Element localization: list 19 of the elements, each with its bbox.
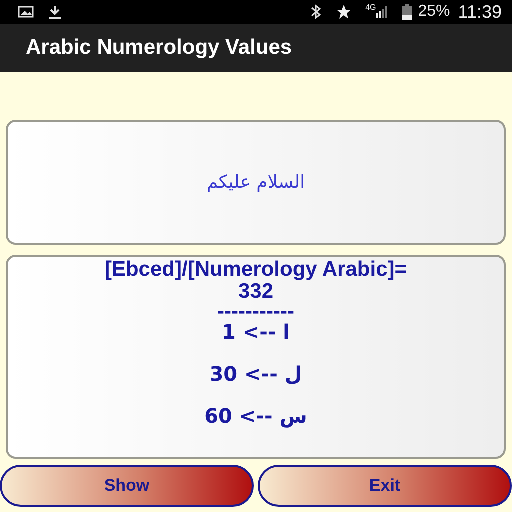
star-icon: [336, 4, 352, 20]
result-total: 332: [238, 281, 274, 303]
clock: 11:39: [458, 2, 502, 22]
bluetooth-icon: [310, 4, 322, 20]
result-heading: [Ebced]/[Numerology Arabic]=: [104, 259, 408, 281]
battery-level: 25%: [418, 3, 450, 21]
battery-icon: [402, 4, 412, 20]
letter-value-line: 60 <-- س: [204, 405, 308, 427]
app-title: Arabic Numerology Values: [26, 36, 292, 60]
network-label: 4G: [366, 3, 376, 12]
separator-line: -----------: [218, 303, 294, 321]
signal-icon: [376, 6, 388, 18]
exit-button[interactable]: Exit: [258, 465, 512, 507]
text-input-field[interactable]: السلام عليكم: [6, 120, 506, 245]
download-icon: [48, 5, 62, 19]
letter-value-line: 1 <-- ا: [222, 321, 290, 343]
letter-value-line: 30 <-- ل: [210, 363, 302, 385]
image-icon: [18, 6, 34, 18]
show-button[interactable]: Show: [0, 465, 254, 507]
